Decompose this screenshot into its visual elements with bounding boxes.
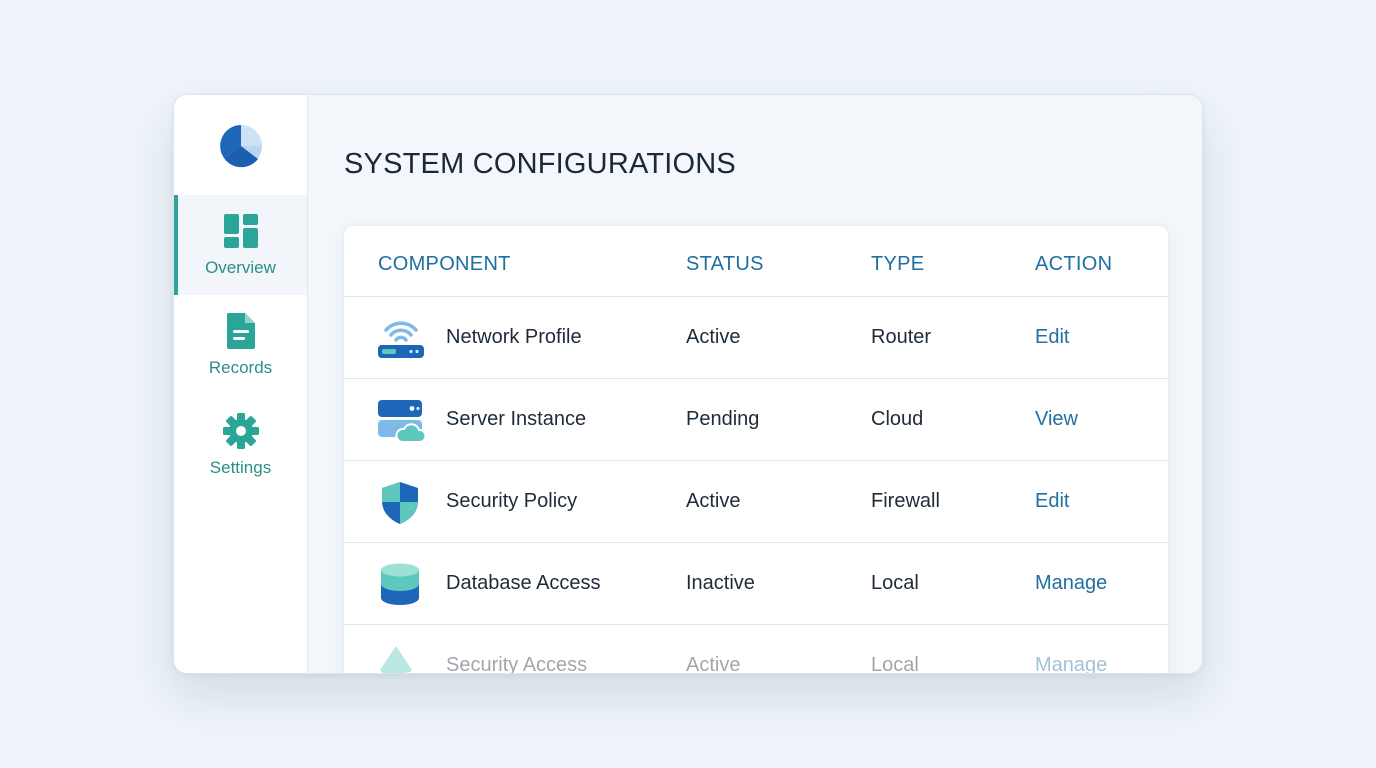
dashboard-icon [222,212,260,250]
status-text: Active [686,326,741,348]
component-name: Security Access [446,654,588,674]
table-row: Security Access Active Local Manage [344,625,1168,674]
table-row: Security Policy Active Firewall Edit [344,461,1168,543]
type-text: Local [871,572,919,594]
table-row: Database Access Inactive Local Manage [344,543,1168,625]
wifi-router-icon [376,316,426,362]
sidebar-item-overview[interactable]: Overview [174,195,307,295]
column-header-action: ACTION [1035,253,1113,275]
table-row: Network Profile Active Router Edit [344,297,1168,379]
security-access-icon [376,644,426,673]
type-text: Local [871,654,919,674]
component-name: Server Instance [446,408,587,430]
status-text: Active [686,490,741,512]
pie-logo-icon[interactable] [218,123,264,169]
document-icon [222,312,260,350]
server-cloud-icon [376,398,427,444]
status-text: Pending [686,408,760,430]
view-link[interactable]: View [1035,408,1078,431]
sidebar-item-records[interactable]: Records [174,295,307,395]
type-text: Cloud [871,408,924,430]
database-icon [376,562,426,608]
type-text: Router [871,326,932,348]
status-text: Active [686,654,741,674]
sidebar-item-label: Settings [209,458,272,477]
page-title: SYSTEM CONFIGURATIONS [344,148,736,180]
component-name: Network Profile [446,326,582,348]
app-window: Overview Records Settings SYSTEM CONFIGU… [173,94,1203,674]
column-header-type: TYPE [871,253,925,275]
status-text: Inactive [686,572,755,594]
main-content: SYSTEM CONFIGURATIONS COMPONENT STATUS T… [308,95,1202,673]
edit-link[interactable]: Edit [1035,326,1069,349]
table-row: Server Instance Pending Cloud View [344,379,1168,461]
sidebar: Overview Records Settings [174,95,308,673]
gear-icon [222,412,260,450]
sidebar-item-settings[interactable]: Settings [174,395,307,495]
component-name: Database Access [446,572,601,594]
table-header: COMPONENT STATUS TYPE ACTION [344,226,1168,297]
type-text: Firewall [871,490,940,512]
column-header-status: STATUS [686,253,764,275]
edit-link[interactable]: Edit [1035,490,1069,513]
sidebar-item-label: Records [208,358,273,377]
sidebar-item-label: Overview [205,258,276,277]
column-header-component: COMPONENT [378,253,511,275]
component-name: Security Policy [446,490,578,512]
manage-link[interactable]: Manage [1035,654,1107,673]
config-table: COMPONENT STATUS TYPE ACTION Network Pro… [343,225,1169,674]
shield-icon [376,480,426,526]
manage-link[interactable]: Manage [1035,572,1107,595]
